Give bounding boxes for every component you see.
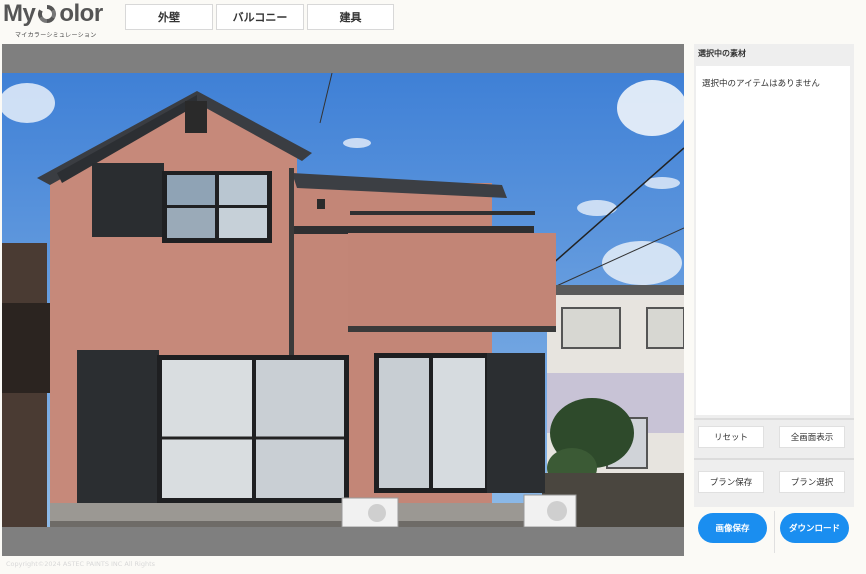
action-area: 画像保存 ダウンロード [694,507,854,556]
save-image-button[interactable]: 画像保存 [698,513,767,543]
copyright-text: Copyright©2024 ASTEC PAINTS INC All Righ… [6,560,156,568]
tab-fittings[interactable]: 建具 [307,4,394,30]
color-ring-icon [36,3,58,25]
select-plan-button[interactable]: プラン選択 [779,471,845,493]
download-button[interactable]: ダウンロード [780,513,849,543]
tab-balcony[interactable]: バルコニー [216,4,304,30]
logo-text-right: olor [59,0,103,27]
mycolor-logo[interactable]: My olor マイカラーシミュレーション [3,0,113,40]
panel-divider [694,418,854,420]
panel-title: 選択中の素材 [698,49,746,58]
action-divider [774,511,775,553]
empty-message: 選択中のアイテムはありません [702,79,820,89]
material-panel: 選択中の素材 選択中のアイテムはありません リセット 全画面表示 プラン保存 プ… [694,44,854,556]
logo-wordmark: My olor [3,0,113,27]
photo-frame [2,44,684,556]
tab-exterior-wall[interactable]: 外壁 [125,4,213,30]
reset-button[interactable]: リセット [698,426,764,448]
app-root: My olor マイカラーシミュレーション 外壁 バルコニー 建具 選択中の素材… [0,0,866,574]
selected-material-box: 選択中のアイテムはありません [696,66,850,415]
house-photo[interactable] [2,73,684,527]
logo-subtitle: マイカラーシミュレーション [15,32,97,39]
panel-divider [694,458,854,460]
logo-text-left: My [3,0,36,27]
fullscreen-button[interactable]: 全画面表示 [779,426,845,448]
save-plan-button[interactable]: プラン保存 [698,471,764,493]
